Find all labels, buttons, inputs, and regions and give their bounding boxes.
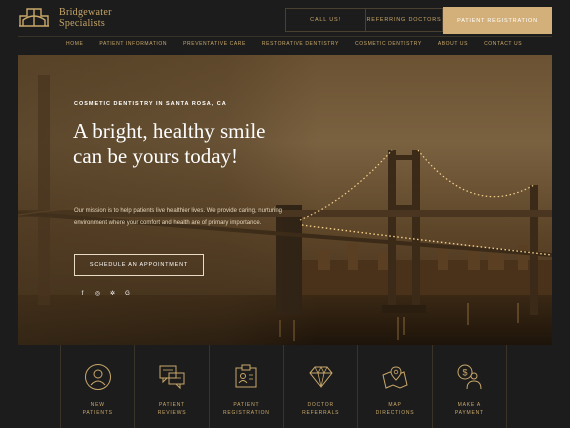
nav-item-cosmetic-dentistry[interactable]: COSMETIC DENTISTRY	[355, 41, 422, 47]
hero-overlay	[18, 55, 318, 345]
quick-link-line-1: DOCTOR	[307, 402, 334, 408]
call-us-button[interactable]: CALL US!	[285, 8, 365, 32]
quick-link-line-1: MAKE A	[457, 402, 482, 408]
nav-item-about-us[interactable]: ABOUT US	[438, 41, 468, 47]
quick-link-map-directions[interactable]: MAP DIRECTIONS	[358, 345, 433, 428]
hero-banner: COSMETIC DENTISTRY IN SANTA ROSA, CA A b…	[18, 55, 552, 345]
quick-link-label: MAKE A PAYMENT	[439, 401, 499, 417]
person-icon	[84, 364, 111, 390]
patient-registration-button[interactable]: PATIENT REGISTRATION	[443, 7, 552, 34]
map-pin-icon	[382, 366, 408, 389]
quick-link-label: PATIENT REVIEWS	[142, 401, 202, 417]
nav-item-home[interactable]: HOME	[66, 41, 83, 47]
nav-item-preventative-care[interactable]: PREVENTATIVE CARE	[183, 41, 246, 47]
quick-link-line-2: PAYMENT	[454, 410, 484, 416]
site-header: Bridgewater Specialists CALL US! REFERRI…	[0, 0, 570, 36]
hero-eyebrow: COSMETIC DENTISTRY IN SANTA ROSA, CA	[74, 101, 227, 107]
social-links: f ◎ ✲ G	[78, 289, 138, 298]
hero-headline: A bright, healthy smile can be yours tod…	[73, 119, 266, 168]
logo[interactable]: Bridgewater Specialists	[18, 6, 112, 30]
quick-link-patient-reviews[interactable]: PATIENT REVIEWS	[135, 345, 210, 428]
quick-link-line-1: NEW	[90, 402, 105, 408]
nav-item-patient-information[interactable]: PATIENT INFORMATION	[99, 41, 167, 47]
quick-link-line-2: REVIEWS	[157, 410, 187, 416]
quick-link-label: MAP DIRECTIONS	[365, 401, 425, 417]
brand-line-1: Bridgewater	[59, 7, 112, 18]
reviews-chat-icon	[159, 365, 185, 390]
quick-links: NEW PATIENTS PATIENT REVIEWS PATIENT REG…	[18, 345, 552, 428]
instagram-icon[interactable]: ◎	[93, 289, 102, 298]
quick-link-make-a-payment[interactable]: $ MAKE A PAYMENT	[433, 345, 508, 428]
facebook-icon[interactable]: f	[78, 289, 87, 298]
payment-person-icon: $	[457, 364, 482, 390]
brand-name: Bridgewater Specialists	[59, 7, 112, 29]
quick-link-new-patients[interactable]: NEW PATIENTS	[61, 345, 136, 428]
strip-spacer-left	[18, 345, 62, 428]
schedule-appointment-button[interactable]: SCHEDULE AN APPOINTMENT	[74, 254, 204, 276]
quick-link-label: DOCTOR REFERRALS	[291, 401, 351, 417]
quick-link-patient-registration[interactable]: PATIENT REGISTRATION	[210, 345, 285, 428]
quick-link-label: NEW PATIENTS	[68, 401, 128, 417]
quick-link-line-2: PATIENTS	[82, 410, 113, 416]
nav-item-contact-us[interactable]: CONTACT US	[484, 41, 522, 47]
google-icon[interactable]: G	[123, 289, 132, 298]
brand-line-2: Specialists	[59, 18, 106, 29]
yelp-icon[interactable]: ✲	[108, 289, 117, 298]
quick-link-label: PATIENT REGISTRATION	[216, 401, 276, 417]
registration-form-icon	[235, 364, 257, 388]
diamond-icon	[309, 366, 333, 388]
quick-link-line-2: REGISTRATION	[222, 410, 270, 416]
strip-spacer-right	[507, 345, 552, 428]
quick-link-line-2: DIRECTIONS	[375, 410, 415, 416]
quick-link-line-2: REFERRALS	[302, 410, 340, 416]
quick-link-line-1: PATIENT	[233, 402, 260, 408]
quick-link-doctor-referrals[interactable]: DOCTOR REFERRALS	[284, 345, 359, 428]
quick-link-line-1: PATIENT	[159, 402, 186, 408]
nav-item-restorative-dentistry[interactable]: RESTORATIVE DENTISTRY	[262, 41, 339, 47]
referring-doctors-button[interactable]: REFERRING DOCTORS	[365, 8, 443, 32]
hero-mission-text: Our mission is to help patients live hea…	[74, 208, 282, 226]
svg-text:$: $	[463, 368, 468, 378]
quick-link-line-1: MAP	[388, 402, 402, 408]
main-nav: HOME PATIENT INFORMATION PREVENTATIVE CA…	[18, 36, 552, 50]
bridge-logo-icon	[19, 8, 49, 27]
